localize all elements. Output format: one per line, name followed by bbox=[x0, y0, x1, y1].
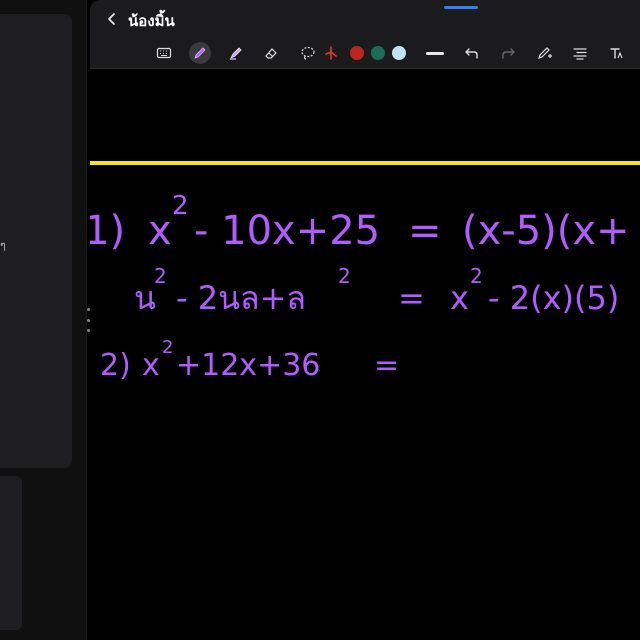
line1-sup: 2 bbox=[172, 191, 189, 221]
color-green[interactable] bbox=[367, 42, 389, 64]
highlighter-button[interactable] bbox=[225, 42, 247, 64]
text-format-button[interactable] bbox=[569, 42, 591, 64]
line3-label: 2) bbox=[100, 348, 131, 383]
lasso-icon bbox=[301, 46, 315, 60]
line2-expr: น bbox=[134, 279, 156, 317]
color-red[interactable] bbox=[346, 42, 368, 64]
line1-eq: = bbox=[408, 208, 442, 254]
note-app: น้องมิ้น 1) x 2 - 10x+25 = (x-5)(x+ น 2 … bbox=[90, 0, 640, 640]
text-tool-button[interactable] bbox=[605, 42, 627, 64]
line2-sup2: 2 bbox=[338, 264, 351, 288]
line2-rest: - 2นล+ล bbox=[176, 279, 306, 317]
pen-icon bbox=[194, 47, 206, 59]
laser-pointer-button[interactable] bbox=[320, 42, 342, 64]
line1-expr: x bbox=[148, 208, 172, 254]
undo-icon bbox=[465, 48, 478, 59]
color-swatch bbox=[350, 46, 364, 60]
line3-rest: +12x+36 bbox=[176, 348, 320, 383]
text-tool-icon bbox=[610, 48, 623, 59]
pen-settings-icon bbox=[538, 47, 552, 59]
pen-button[interactable] bbox=[189, 42, 211, 64]
redo-icon bbox=[502, 48, 515, 59]
line1-result: (x-5)(x+ bbox=[462, 208, 630, 254]
toolbar bbox=[90, 38, 640, 69]
line3-expr: x bbox=[142, 348, 160, 383]
keyboard-button[interactable] bbox=[153, 42, 175, 64]
thickness-button[interactable] bbox=[424, 42, 446, 64]
sidebar-card-bottom[interactable] bbox=[0, 476, 22, 630]
color-lightblue[interactable] bbox=[388, 42, 410, 64]
lasso-button[interactable] bbox=[297, 42, 319, 64]
color-swatch bbox=[392, 46, 406, 60]
line3-sup: 2 bbox=[162, 337, 173, 358]
line2-eq: = bbox=[398, 279, 425, 317]
line2-sup: 2 bbox=[154, 264, 167, 288]
eraser-button[interactable] bbox=[260, 42, 282, 64]
redo-button[interactable] bbox=[497, 42, 519, 64]
undo-button[interactable] bbox=[461, 42, 483, 64]
left-panel: ๆ bbox=[0, 0, 87, 640]
keyboard-icon bbox=[156, 47, 172, 59]
thickness-icon bbox=[426, 51, 444, 55]
highlighter-icon bbox=[230, 47, 242, 60]
eraser-icon bbox=[265, 48, 277, 59]
laser-pointer-icon bbox=[325, 46, 337, 60]
multitask-indicator[interactable] bbox=[444, 6, 478, 9]
line3-eq: = bbox=[374, 348, 399, 383]
header-bar: น้องมิ้น bbox=[90, 0, 640, 38]
line1-rest: - 10x+25 bbox=[194, 208, 380, 254]
sidebar-glyph: ๆ bbox=[0, 239, 6, 252]
drawing-canvas[interactable]: 1) x 2 - 10x+25 = (x-5)(x+ น 2 - 2นล+ล 2… bbox=[90, 69, 640, 640]
text-format-icon bbox=[573, 48, 587, 60]
pen-settings-button[interactable] bbox=[534, 42, 556, 64]
line1-label: 1) bbox=[90, 208, 125, 254]
line2-result-rest: - 2(x)(5) bbox=[488, 279, 619, 317]
color-swatch bbox=[371, 46, 385, 60]
sidebar-card-top[interactable]: ๆ bbox=[0, 14, 72, 468]
handwriting-layer: 1) x 2 - 10x+25 = (x-5)(x+ น 2 - 2นล+ล 2… bbox=[90, 191, 630, 383]
chevron-left-icon bbox=[108, 13, 115, 25]
back-button[interactable] bbox=[102, 9, 122, 29]
line2-result: x bbox=[450, 279, 469, 317]
page-title: น้องมิ้น bbox=[128, 12, 175, 30]
line2-result-sup: 2 bbox=[470, 264, 483, 288]
